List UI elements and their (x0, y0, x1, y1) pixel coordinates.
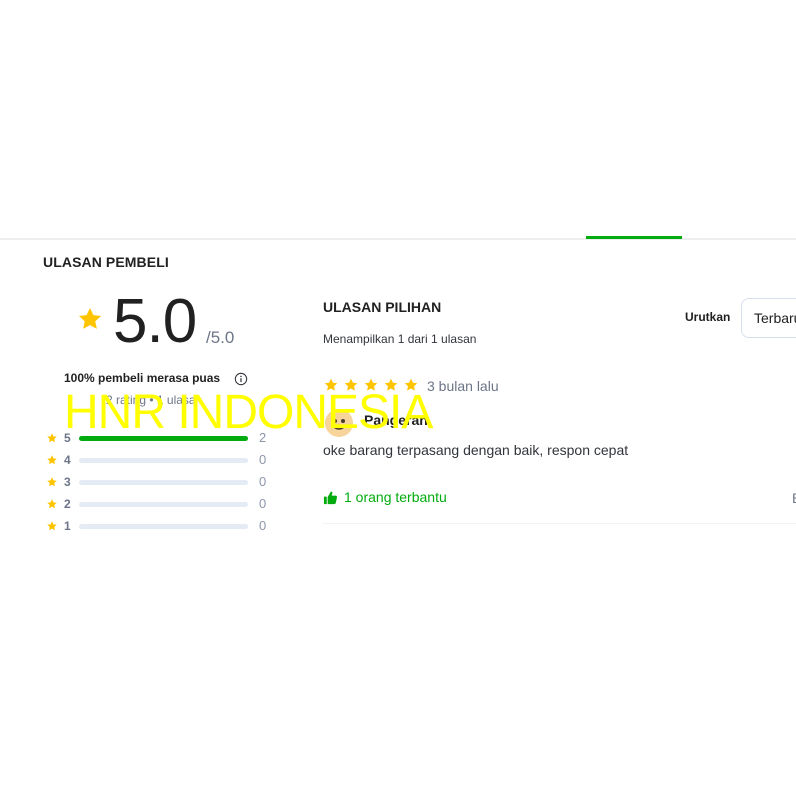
rating-row-count: 2 (259, 430, 267, 445)
rating-row-count: 0 (259, 452, 267, 467)
rating-row-5[interactable]: 52 (46, 431, 286, 445)
star-icon (384, 378, 398, 391)
sort-dropdown[interactable]: Terbaru (741, 298, 796, 338)
star-icon (344, 378, 358, 391)
rating-row-4[interactable]: 40 (46, 453, 286, 467)
rating-row-stars: 4 (64, 453, 71, 467)
rating-count: 2 rating • 1 ulasan (106, 393, 203, 407)
star-icon (47, 455, 57, 465)
rating-row-2[interactable]: 20 (46, 497, 286, 511)
thumbs-up-icon (323, 491, 338, 504)
rating-bar-track (79, 480, 248, 485)
info-icon[interactable] (234, 372, 248, 386)
section-title: ULASAN PEMBELI (43, 254, 169, 270)
rating-bar-fill (79, 436, 248, 441)
star-icon (47, 521, 57, 531)
star-icon (364, 378, 378, 391)
featured-reviews-title: ULASAN PILIHAN (323, 299, 442, 315)
reviewer-name[interactable]: Pangeran (364, 412, 428, 428)
star-icon (404, 378, 418, 391)
max-score: /5.0 (206, 328, 235, 347)
satisfaction-text: 100% pembeli merasa puas (64, 371, 221, 385)
featured-reviews-subtitle: Menampilkan 1 dari 1 ulasan (323, 332, 477, 346)
star-icon (78, 307, 102, 329)
helpful-count: 1 orang terbantu (344, 489, 447, 505)
rating-row-count: 0 (259, 496, 267, 511)
rating-row-count: 0 (259, 518, 267, 533)
review-rating (323, 377, 419, 395)
rating-row-1[interactable]: 10 (46, 519, 286, 533)
star-icon (47, 499, 57, 509)
review-text: oke barang terpasang dengan baik, respon… (323, 442, 629, 458)
tab-active-indicator (586, 236, 682, 239)
rating-bar-track (79, 502, 248, 507)
review-divider (323, 523, 796, 524)
sort-label: Urutkan (685, 310, 731, 324)
rating-row-count: 0 (259, 474, 267, 489)
rating-bar-track (79, 524, 248, 529)
rating-row-stars: 3 (64, 475, 71, 489)
rating-row-3[interactable]: 30 (46, 475, 286, 489)
star-icon (47, 477, 57, 487)
average-score: 5.0 (113, 287, 197, 356)
rating-row-stars: 2 (64, 497, 71, 511)
rating-bar-track (79, 458, 248, 463)
star-icon (47, 433, 57, 443)
star-icon (324, 378, 338, 391)
rating-bar-track (79, 436, 248, 441)
review-time: 3 bulan lalu (427, 378, 499, 394)
helpful-button[interactable]: 1 orang terbantu (323, 489, 447, 505)
rating-row-stars: 1 (64, 519, 71, 533)
rating-row-stars: 5 (64, 431, 71, 445)
reply-button[interactable]: Balas (792, 490, 796, 504)
avatar (325, 409, 353, 437)
